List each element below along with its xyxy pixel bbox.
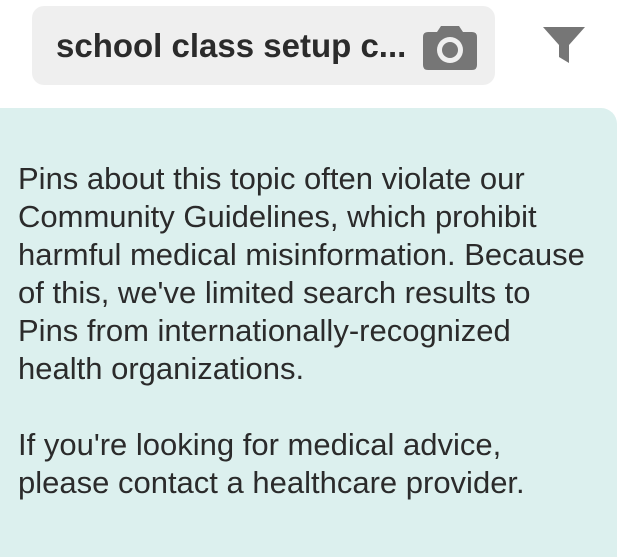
misinformation-notice: Pins about this topic often violate our … — [0, 108, 617, 557]
camera-icon — [423, 25, 477, 70]
notice-paragraph: Pins about this topic often violate our … — [18, 161, 585, 386]
camera-search-button[interactable] — [421, 21, 479, 71]
search-query[interactable]: school class setup c... — [56, 27, 421, 65]
filter-button[interactable] — [539, 24, 589, 66]
search-bar[interactable]: school class setup c... — [32, 6, 495, 85]
page: school class setup c... Pins about this … — [0, 0, 639, 557]
filter-icon — [543, 27, 585, 63]
notice-paragraph: If you're looking for medical advice, pl… — [18, 427, 525, 500]
